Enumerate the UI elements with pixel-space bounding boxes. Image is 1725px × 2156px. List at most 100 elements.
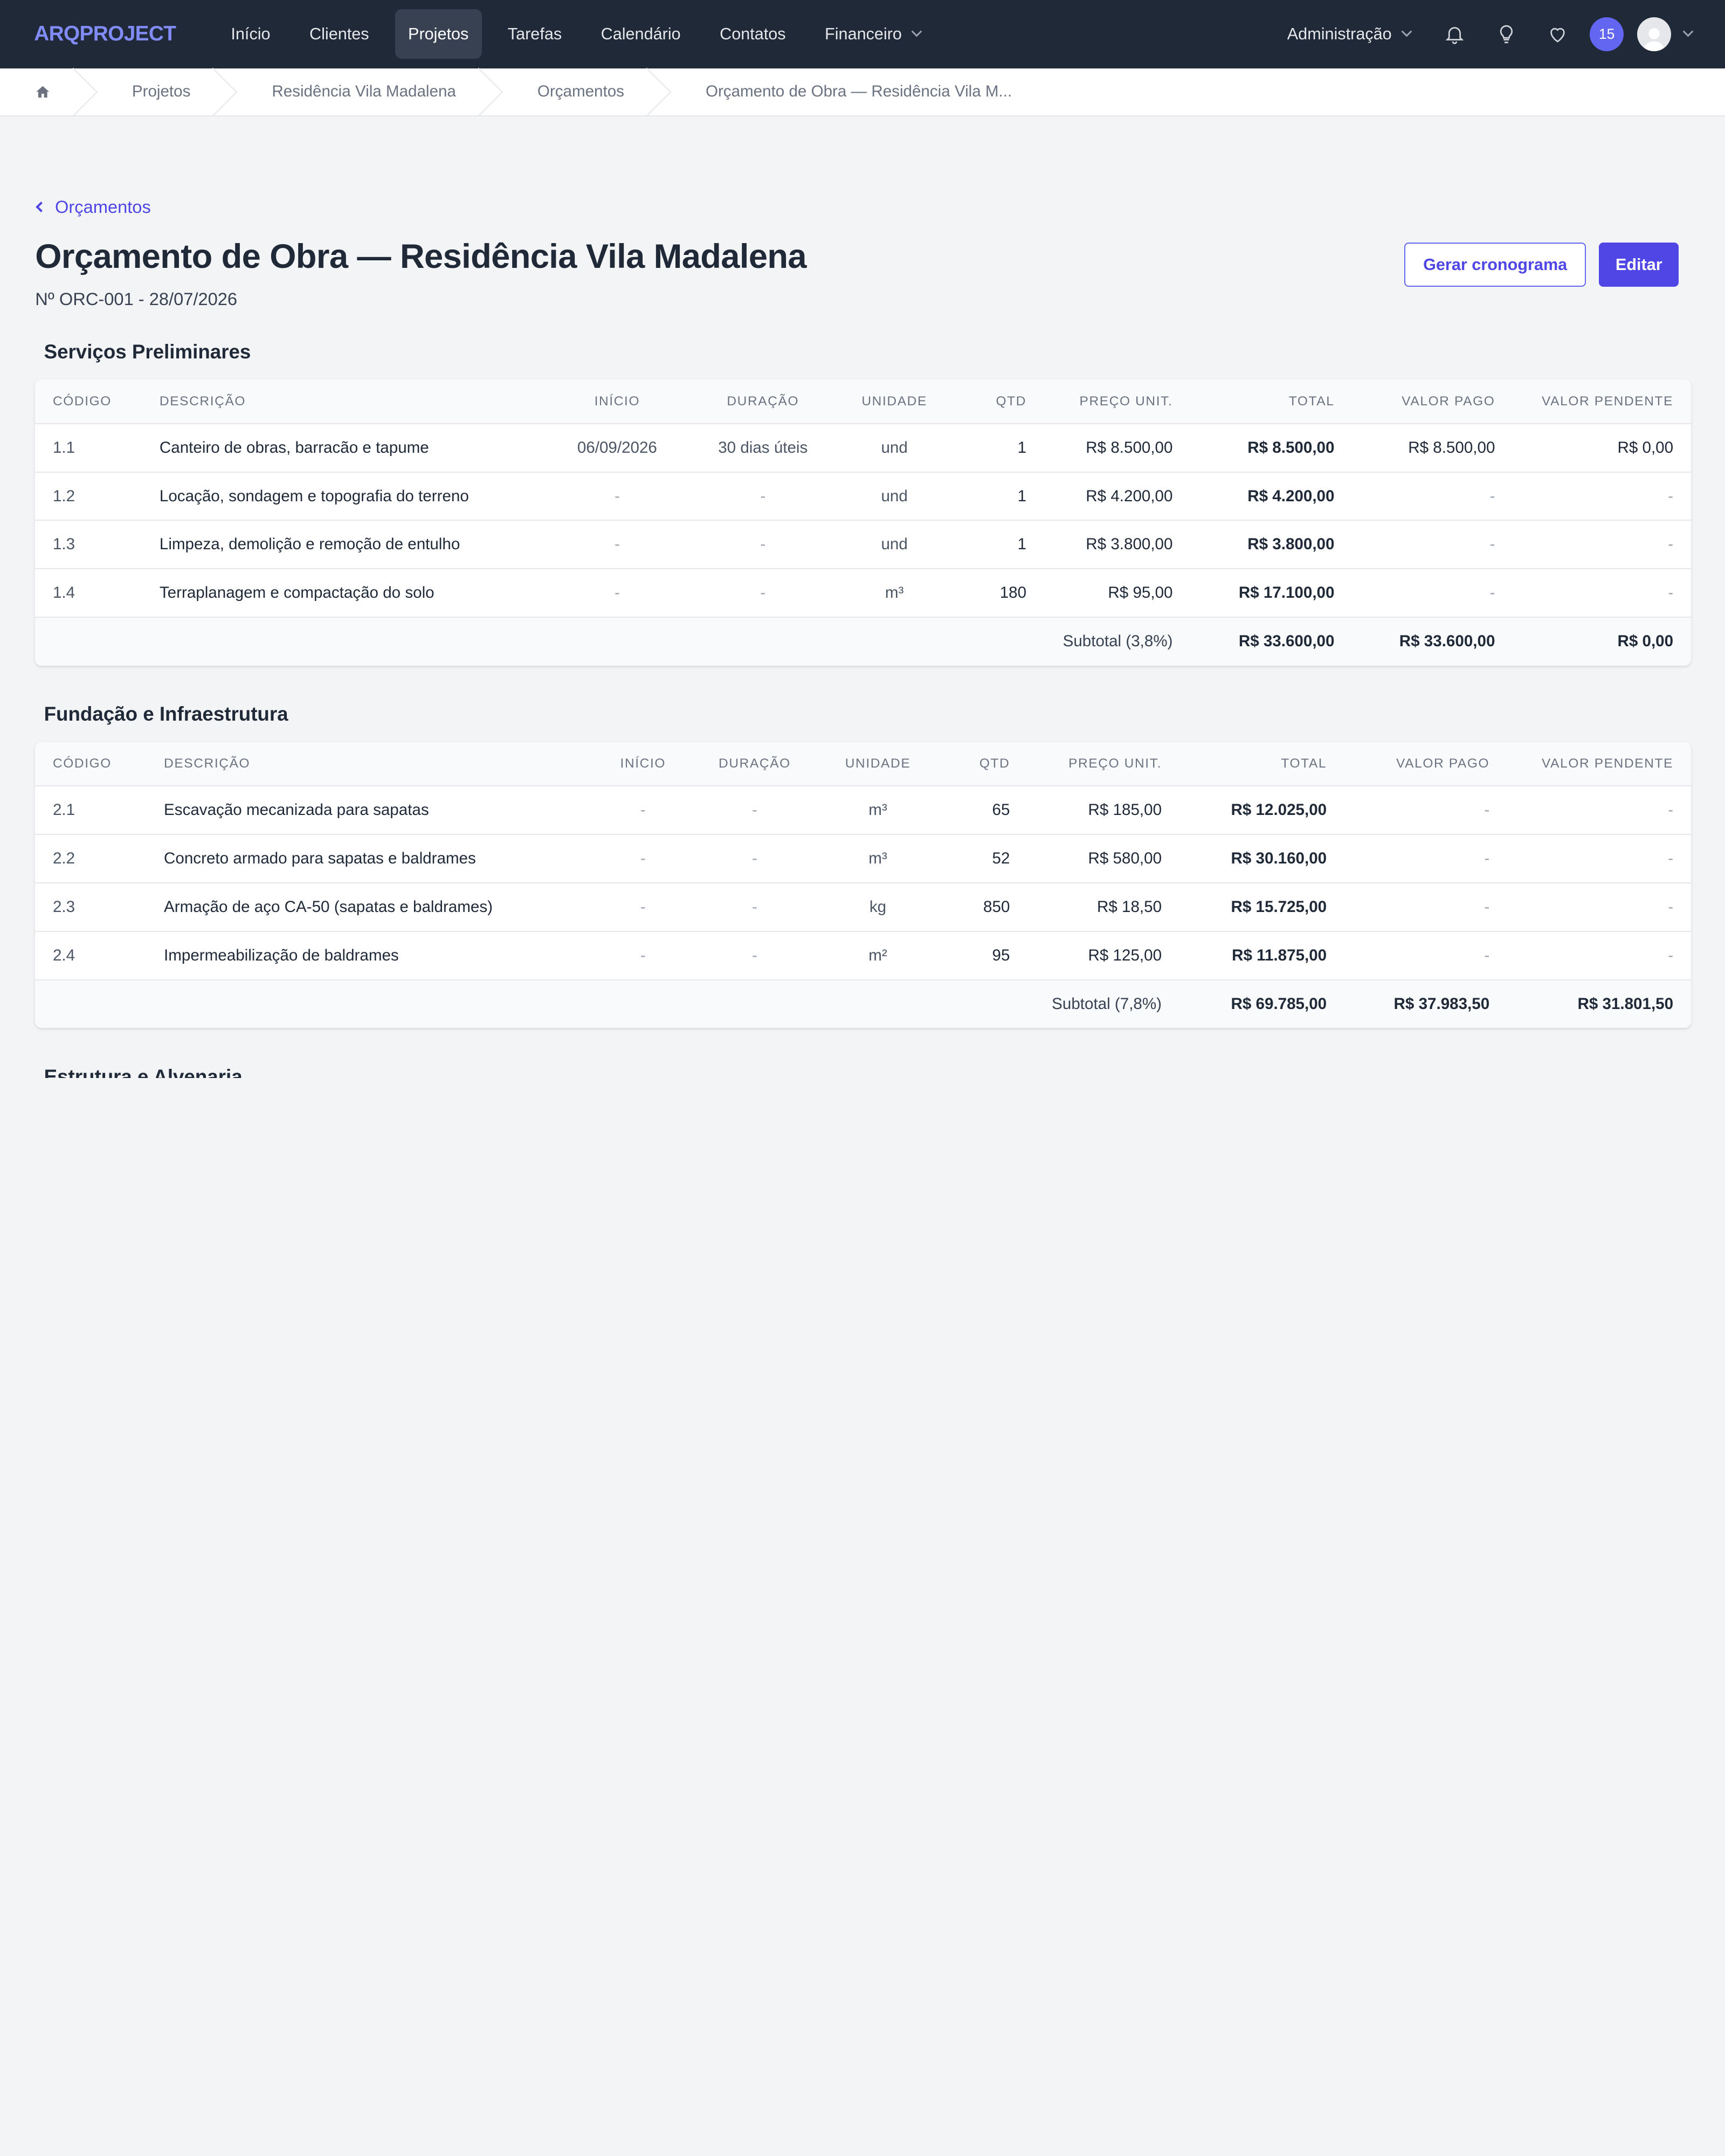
nav-clientes[interactable]: Clientes <box>296 9 383 59</box>
nav-calendario[interactable]: Calendário <box>588 9 694 59</box>
table-row[interactable]: 2.1 Escavação mecanizada para sapatas - … <box>35 786 1691 835</box>
table-row[interactable]: 1.2 Locação, sondagem e topografia do te… <box>35 472 1691 521</box>
subtotal-label: Subtotal (3,8%) <box>35 617 1191 666</box>
col-valor-pendente: Valor Pendente <box>1507 742 1691 787</box>
cell-preco-unit: R$ 95,00 <box>1044 569 1191 618</box>
breadcrumb: Projetos Residência Vila Madalena Orçame… <box>0 67 1725 117</box>
chevron-down-icon[interactable] <box>1682 26 1694 38</box>
cell-unidade: und <box>834 472 954 521</box>
col-inicio: Início <box>543 379 691 424</box>
cell-inicio: - <box>586 786 700 835</box>
notification-count-badge[interactable]: 15 <box>1590 17 1624 51</box>
col-unidade: Unidade <box>809 742 947 787</box>
cell-valor-pendente: - <box>1513 569 1691 618</box>
section-title: Estrutura e Alvenaria <box>44 1065 243 1078</box>
heart-icon[interactable] <box>1544 21 1571 47</box>
budget-table-card: Código Descrição Início Duração Unidade … <box>35 379 1691 666</box>
cell-valor-pago: - <box>1352 472 1513 521</box>
col-codigo: Código <box>35 379 142 424</box>
app-logo[interactable]: ARQPROJECT <box>34 22 176 46</box>
cell-codigo: 1.4 <box>35 569 142 618</box>
breadcrumb-projetos[interactable]: Projetos <box>132 68 191 116</box>
table-row[interactable]: 2.4 Impermeabilização de baldrames - - m… <box>35 931 1691 980</box>
col-descricao: Descrição <box>142 379 544 424</box>
cell-inicio: - <box>586 834 700 883</box>
table-row[interactable]: 1.3 Limpeza, demolição e remoção de entu… <box>35 520 1691 570</box>
table-header-row: Código Descrição Início Duração Unidade … <box>35 379 1691 424</box>
cell-preco-unit: R$ 185,00 <box>1027 786 1179 835</box>
cell-total: R$ 8.500,00 <box>1190 423 1353 473</box>
generate-schedule-button[interactable]: Gerar cronograma <box>1404 243 1586 287</box>
cell-descricao: Impermeabilização de baldrames <box>146 931 586 980</box>
cell-unidade: m³ <box>809 786 947 835</box>
cell-inicio: - <box>586 882 700 932</box>
breadcrumb-separator <box>72 67 110 116</box>
col-qtd: Qtd <box>946 742 1028 787</box>
cell-valor-pendente: - <box>1507 786 1691 835</box>
col-descricao: Descrição <box>146 742 586 787</box>
table-row[interactable]: 1.1 Canteiro de obras, barracão e tapume… <box>35 423 1691 473</box>
cell-unidade: m³ <box>834 569 954 618</box>
avatar[interactable] <box>1637 17 1671 51</box>
nav-projetos[interactable]: Projetos <box>395 9 482 59</box>
cell-total: R$ 30.160,00 <box>1179 834 1344 883</box>
cell-total: R$ 4.200,00 <box>1190 472 1353 521</box>
col-qtd: Qtd <box>954 379 1044 424</box>
breadcrumb-separator <box>478 67 515 116</box>
nav-financeiro[interactable]: Financeiro <box>812 9 932 59</box>
cell-descricao: Terraplanagem e compactação do solo <box>142 569 544 618</box>
cell-codigo: 1.3 <box>35 520 142 570</box>
lightbulb-icon[interactable] <box>1493 21 1519 47</box>
admin-menu-label: Administração <box>1287 24 1392 43</box>
cell-valor-pago: - <box>1344 786 1507 835</box>
cell-qtd: 52 <box>946 834 1028 883</box>
admin-menu[interactable]: Administração <box>1287 24 1412 44</box>
nav-contatos[interactable]: Contatos <box>707 9 799 59</box>
cell-valor-pago: - <box>1344 834 1507 883</box>
edit-button[interactable]: Editar <box>1599 243 1679 287</box>
budget-table: Código Descrição Início Duração Unidade … <box>35 742 1691 1028</box>
cell-total: R$ 11.875,00 <box>1179 931 1344 980</box>
budget-table: Código Descrição Início Duração Unidade … <box>35 379 1691 666</box>
cell-qtd: 1 <box>954 472 1044 521</box>
back-link[interactable]: Orçamentos <box>35 197 1690 217</box>
main-content: Orçamentos Orçamento de Obra — Residênci… <box>0 197 1725 1078</box>
cell-unidade: m² <box>809 931 947 980</box>
cell-duracao: - <box>699 786 810 835</box>
breadcrumb-orcamentos[interactable]: Orçamentos <box>537 68 624 116</box>
table-row[interactable]: 2.3 Armação de aço CA-50 (sapatas e bald… <box>35 882 1691 932</box>
table-row[interactable]: 1.4 Terraplanagem e compactação do solo … <box>35 569 1691 618</box>
page-title: Orçamento de Obra — Residência Vila Mada… <box>35 238 806 275</box>
table-row[interactable]: 2.2 Concreto armado para sapatas e baldr… <box>35 834 1691 883</box>
subtotal-pendente: R$ 0,00 <box>1513 617 1691 666</box>
cell-preco-unit: R$ 580,00 <box>1027 834 1179 883</box>
home-icon[interactable] <box>35 68 51 116</box>
subtotal-total: R$ 33.600,00 <box>1190 617 1353 666</box>
breadcrumb-separator <box>646 67 684 116</box>
table-header-row: Código Descrição Início Duração Unidade … <box>35 742 1691 787</box>
cell-unidade: kg <box>809 882 947 932</box>
cell-qtd: 65 <box>946 786 1028 835</box>
nav-inicio[interactable]: Início <box>218 9 284 59</box>
budget-table-card: Código Descrição Início Duração Unidade … <box>35 742 1691 1028</box>
cell-duracao: - <box>691 520 835 570</box>
section-title: Fundação e Infraestrutura <box>44 703 288 725</box>
cell-qtd: 1 <box>954 423 1044 473</box>
cell-total: R$ 3.800,00 <box>1190 520 1353 570</box>
bell-icon[interactable] <box>1441 21 1468 47</box>
cell-valor-pago: - <box>1352 520 1513 570</box>
col-preco-unit: Preço Unit. <box>1044 379 1191 424</box>
nav-tarefas[interactable]: Tarefas <box>494 9 575 59</box>
cell-inicio: - <box>543 472 691 521</box>
cell-qtd: 95 <box>946 931 1028 980</box>
breadcrumb-current: Orçamento de Obra — Residência Vila M... <box>705 82 1012 101</box>
breadcrumb-projeto[interactable]: Residência Vila Madalena <box>272 68 456 116</box>
page-actions: Gerar cronograma Editar <box>1404 243 1679 287</box>
navbar-right: Administração 15 <box>1287 17 1694 51</box>
cell-valor-pendente: R$ 0,00 <box>1513 423 1691 473</box>
col-duracao: Duração <box>699 742 810 787</box>
breadcrumb-separator <box>212 67 250 116</box>
cell-valor-pago: R$ 8.500,00 <box>1352 423 1513 473</box>
cell-valor-pendente: - <box>1507 834 1691 883</box>
col-inicio: Início <box>586 742 700 787</box>
